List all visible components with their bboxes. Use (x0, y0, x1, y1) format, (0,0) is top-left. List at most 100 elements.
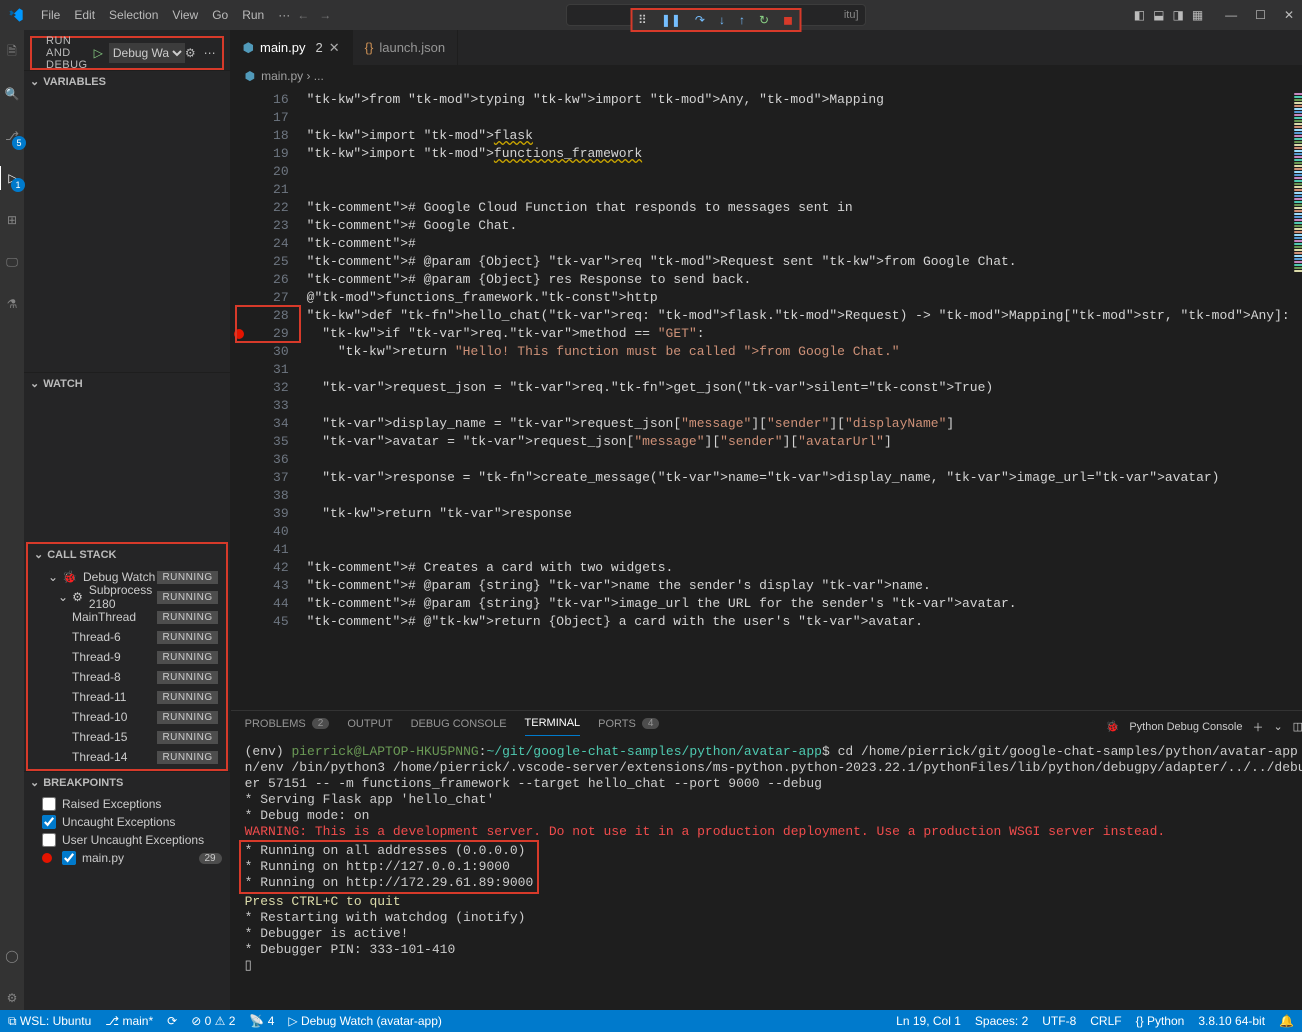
debug-config-select[interactable]: Debug Wa (109, 43, 185, 63)
watch-section[interactable]: WATCH (24, 373, 230, 394)
variables-section[interactable]: VARIABLES (24, 71, 230, 92)
maximize-icon[interactable]: ☐ (1255, 8, 1266, 22)
tab-terminal[interactable]: TERMINAL (525, 717, 581, 736)
status-remote[interactable]: ⧉ WSL: Ubuntu (8, 1014, 91, 1029)
layout-customize-icon[interactable]: ▦ (1192, 8, 1203, 22)
menu-more[interactable]: ··· (271, 0, 297, 30)
pause-icon[interactable]: ❚❚ (661, 13, 681, 27)
stop-icon[interactable]: ◼ (783, 13, 793, 27)
sidebar: RUN AND DEBUG ▷ Debug Wa ⚙ ⋯ VARIABLES W… (24, 30, 231, 1010)
status-spaces[interactable]: Spaces: 2 (975, 1014, 1028, 1028)
callstack-thread[interactable]: Thread-14RUNNING (28, 747, 226, 767)
breakpoint-gutter[interactable] (231, 87, 249, 710)
accounts-icon[interactable]: ◯ (0, 944, 24, 968)
drag-handle-icon[interactable]: ⠿ (638, 13, 647, 27)
start-debug-icon[interactable]: ▷ (94, 46, 103, 60)
step-into-icon[interactable]: ↓ (719, 13, 725, 27)
callstack-thread[interactable]: Thread-9RUNNING (28, 647, 226, 667)
status-position[interactable]: Ln 19, Col 1 (896, 1014, 961, 1028)
tab-ports[interactable]: PORTS4 (598, 718, 659, 736)
status-python[interactable]: 3.8.10 64-bit (1198, 1014, 1265, 1028)
tab-main-py[interactable]: ⬢main.py2✕ (231, 30, 353, 65)
status-debug[interactable]: ▷ Debug Watch (avatar-app) (288, 1014, 442, 1028)
layout-left-icon[interactable]: ◧ (1134, 8, 1145, 22)
step-over-icon[interactable]: ↷ (695, 13, 705, 27)
minimap[interactable] (1290, 87, 1302, 710)
more-icon[interactable]: ⋯ (204, 46, 216, 60)
callstack-subprocess[interactable]: ⚙Subprocess 2180RUNNING (28, 587, 226, 607)
vscode-logo-icon (8, 7, 24, 23)
menu-file[interactable]: File (34, 0, 67, 30)
callstack-thread[interactable]: Thread-15RUNNING (28, 727, 226, 747)
layout-right-icon[interactable]: ◨ (1172, 8, 1183, 22)
new-terminal-icon[interactable]: ＋ (1252, 719, 1263, 735)
scm-badge: 5 (12, 136, 26, 150)
split-terminal-icon[interactable]: ◫ (1293, 720, 1302, 733)
breakpoints-section[interactable]: BREAKPOINTS (24, 772, 230, 793)
status-bar: ⧉ WSL: Ubuntu ⎇ main* ⟳ ⊘ 0 ⚠ 2 📡 4 ▷ De… (0, 1010, 1302, 1032)
breadcrumb[interactable]: ⬢main.py › ... (231, 65, 1302, 87)
settings-gear-icon[interactable]: ⚙ (0, 986, 24, 1010)
status-ports[interactable]: 📡 4 (249, 1014, 274, 1028)
menu-selection[interactable]: Selection (102, 0, 165, 30)
status-problems[interactable]: ⊘ 0 ⚠ 2 (191, 1014, 235, 1028)
callstack-thread[interactable]: Thread-8RUNNING (28, 667, 226, 687)
menu-run[interactable]: Run (235, 0, 271, 30)
menu-go[interactable]: Go (205, 0, 235, 30)
debug-badge: 1 (11, 178, 25, 192)
editor-tabs: ⬢main.py2✕ {}launch.json ▷ ◫ ⋯ (231, 30, 1302, 65)
breakpoint-option[interactable]: User Uncaught Exceptions (24, 831, 230, 849)
bottom-panel: PROBLEMS2 OUTPUT DEBUG CONSOLE TERMINAL … (231, 710, 1302, 1010)
remote-explorer-icon[interactable]: 🖵 (0, 250, 24, 274)
editor-area: ⬢main.py2✕ {}launch.json ▷ ◫ ⋯ ⬢main.py … (231, 30, 1302, 1010)
menu-edit[interactable]: Edit (67, 0, 102, 30)
variables-body (24, 92, 230, 372)
breakpoint-option[interactable]: Uncaught Exceptions (24, 813, 230, 831)
callstack-thread[interactable]: MainThreadRUNNING (28, 607, 226, 627)
run-debug-header: RUN AND DEBUG ▷ Debug Wa ⚙ ⋯ (30, 36, 224, 70)
panel-tabs: PROBLEMS2 OUTPUT DEBUG CONSOLE TERMINAL … (231, 711, 1302, 736)
callstack-section[interactable]: CALL STACK (28, 544, 226, 565)
status-language[interactable]: {} Python (1136, 1014, 1185, 1028)
terminal-dropdown-icon[interactable]: ⌄ (1273, 720, 1282, 733)
breakpoints-body: Raised ExceptionsUncaught ExceptionsUser… (24, 793, 230, 869)
status-eol[interactable]: CRLF (1090, 1014, 1121, 1028)
search-icon[interactable]: 🔍 (0, 82, 24, 106)
debug-icon: 🐞 (1106, 720, 1120, 733)
nav-forward-icon[interactable]: → (319, 8, 331, 22)
nav-back-icon[interactable]: ← (297, 8, 309, 22)
callstack-thread[interactable]: Thread-11RUNNING (28, 687, 226, 707)
explorer-icon[interactable]: 🗎 (0, 40, 24, 64)
debug-config-gear-icon[interactable]: ⚙ (185, 46, 196, 60)
menu-view[interactable]: View (165, 0, 205, 30)
breakpoint-option[interactable]: Raised Exceptions (24, 795, 230, 813)
tab-debug-console[interactable]: DEBUG CONSOLE (411, 718, 507, 736)
tab-output[interactable]: OUTPUT (347, 718, 392, 736)
status-notifications-icon[interactable]: 🔔 (1279, 1014, 1294, 1028)
extensions-icon[interactable]: ⊞ (0, 208, 24, 232)
layout-bottom-icon[interactable]: ⬓ (1153, 8, 1164, 22)
activity-bar: 🗎 🔍 ⎇5 ▷1 ⊞ 🖵 ⚗ ◯ ⚙ (0, 30, 24, 1010)
status-branch[interactable]: ⎇ main* (105, 1014, 153, 1028)
callstack-thread[interactable]: Thread-6RUNNING (28, 627, 226, 647)
code-editor[interactable]: "tk-kw">from "tk-mod">typing "tk-kw">imp… (307, 87, 1290, 710)
status-sync[interactable]: ⟳ (167, 1014, 177, 1028)
terminal-profile[interactable]: Python Debug Console (1129, 721, 1242, 733)
watch-body (24, 394, 230, 542)
testing-icon[interactable]: ⚗ (0, 292, 24, 316)
line-gutter: 1617181920212223242526272829303132333435… (249, 87, 307, 710)
breakpoint-file[interactable]: main.py29 (24, 849, 230, 867)
close-icon[interactable]: ✕ (329, 40, 340, 56)
status-encoding[interactable]: UTF-8 (1042, 1014, 1076, 1028)
close-window-icon[interactable]: ✕ (1284, 8, 1294, 22)
source-control-icon[interactable]: ⎇5 (0, 124, 24, 148)
minimize-icon[interactable]: ― (1225, 8, 1237, 22)
callstack-thread[interactable]: Thread-10RUNNING (28, 707, 226, 727)
step-out-icon[interactable]: ↑ (739, 13, 745, 27)
tab-problems[interactable]: PROBLEMS2 (245, 718, 330, 736)
debug-toolbar: ⠿ ❚❚ ↷ ↓ ↑ ↻ ◼ (630, 8, 801, 32)
terminal-content[interactable]: (env) pierrick@LAPTOP-HKU5PNNG:~/git/goo… (231, 736, 1302, 1010)
run-debug-icon[interactable]: ▷1 (0, 166, 23, 190)
restart-icon[interactable]: ↻ (759, 13, 769, 27)
tab-launch-json[interactable]: {}launch.json (353, 30, 458, 65)
